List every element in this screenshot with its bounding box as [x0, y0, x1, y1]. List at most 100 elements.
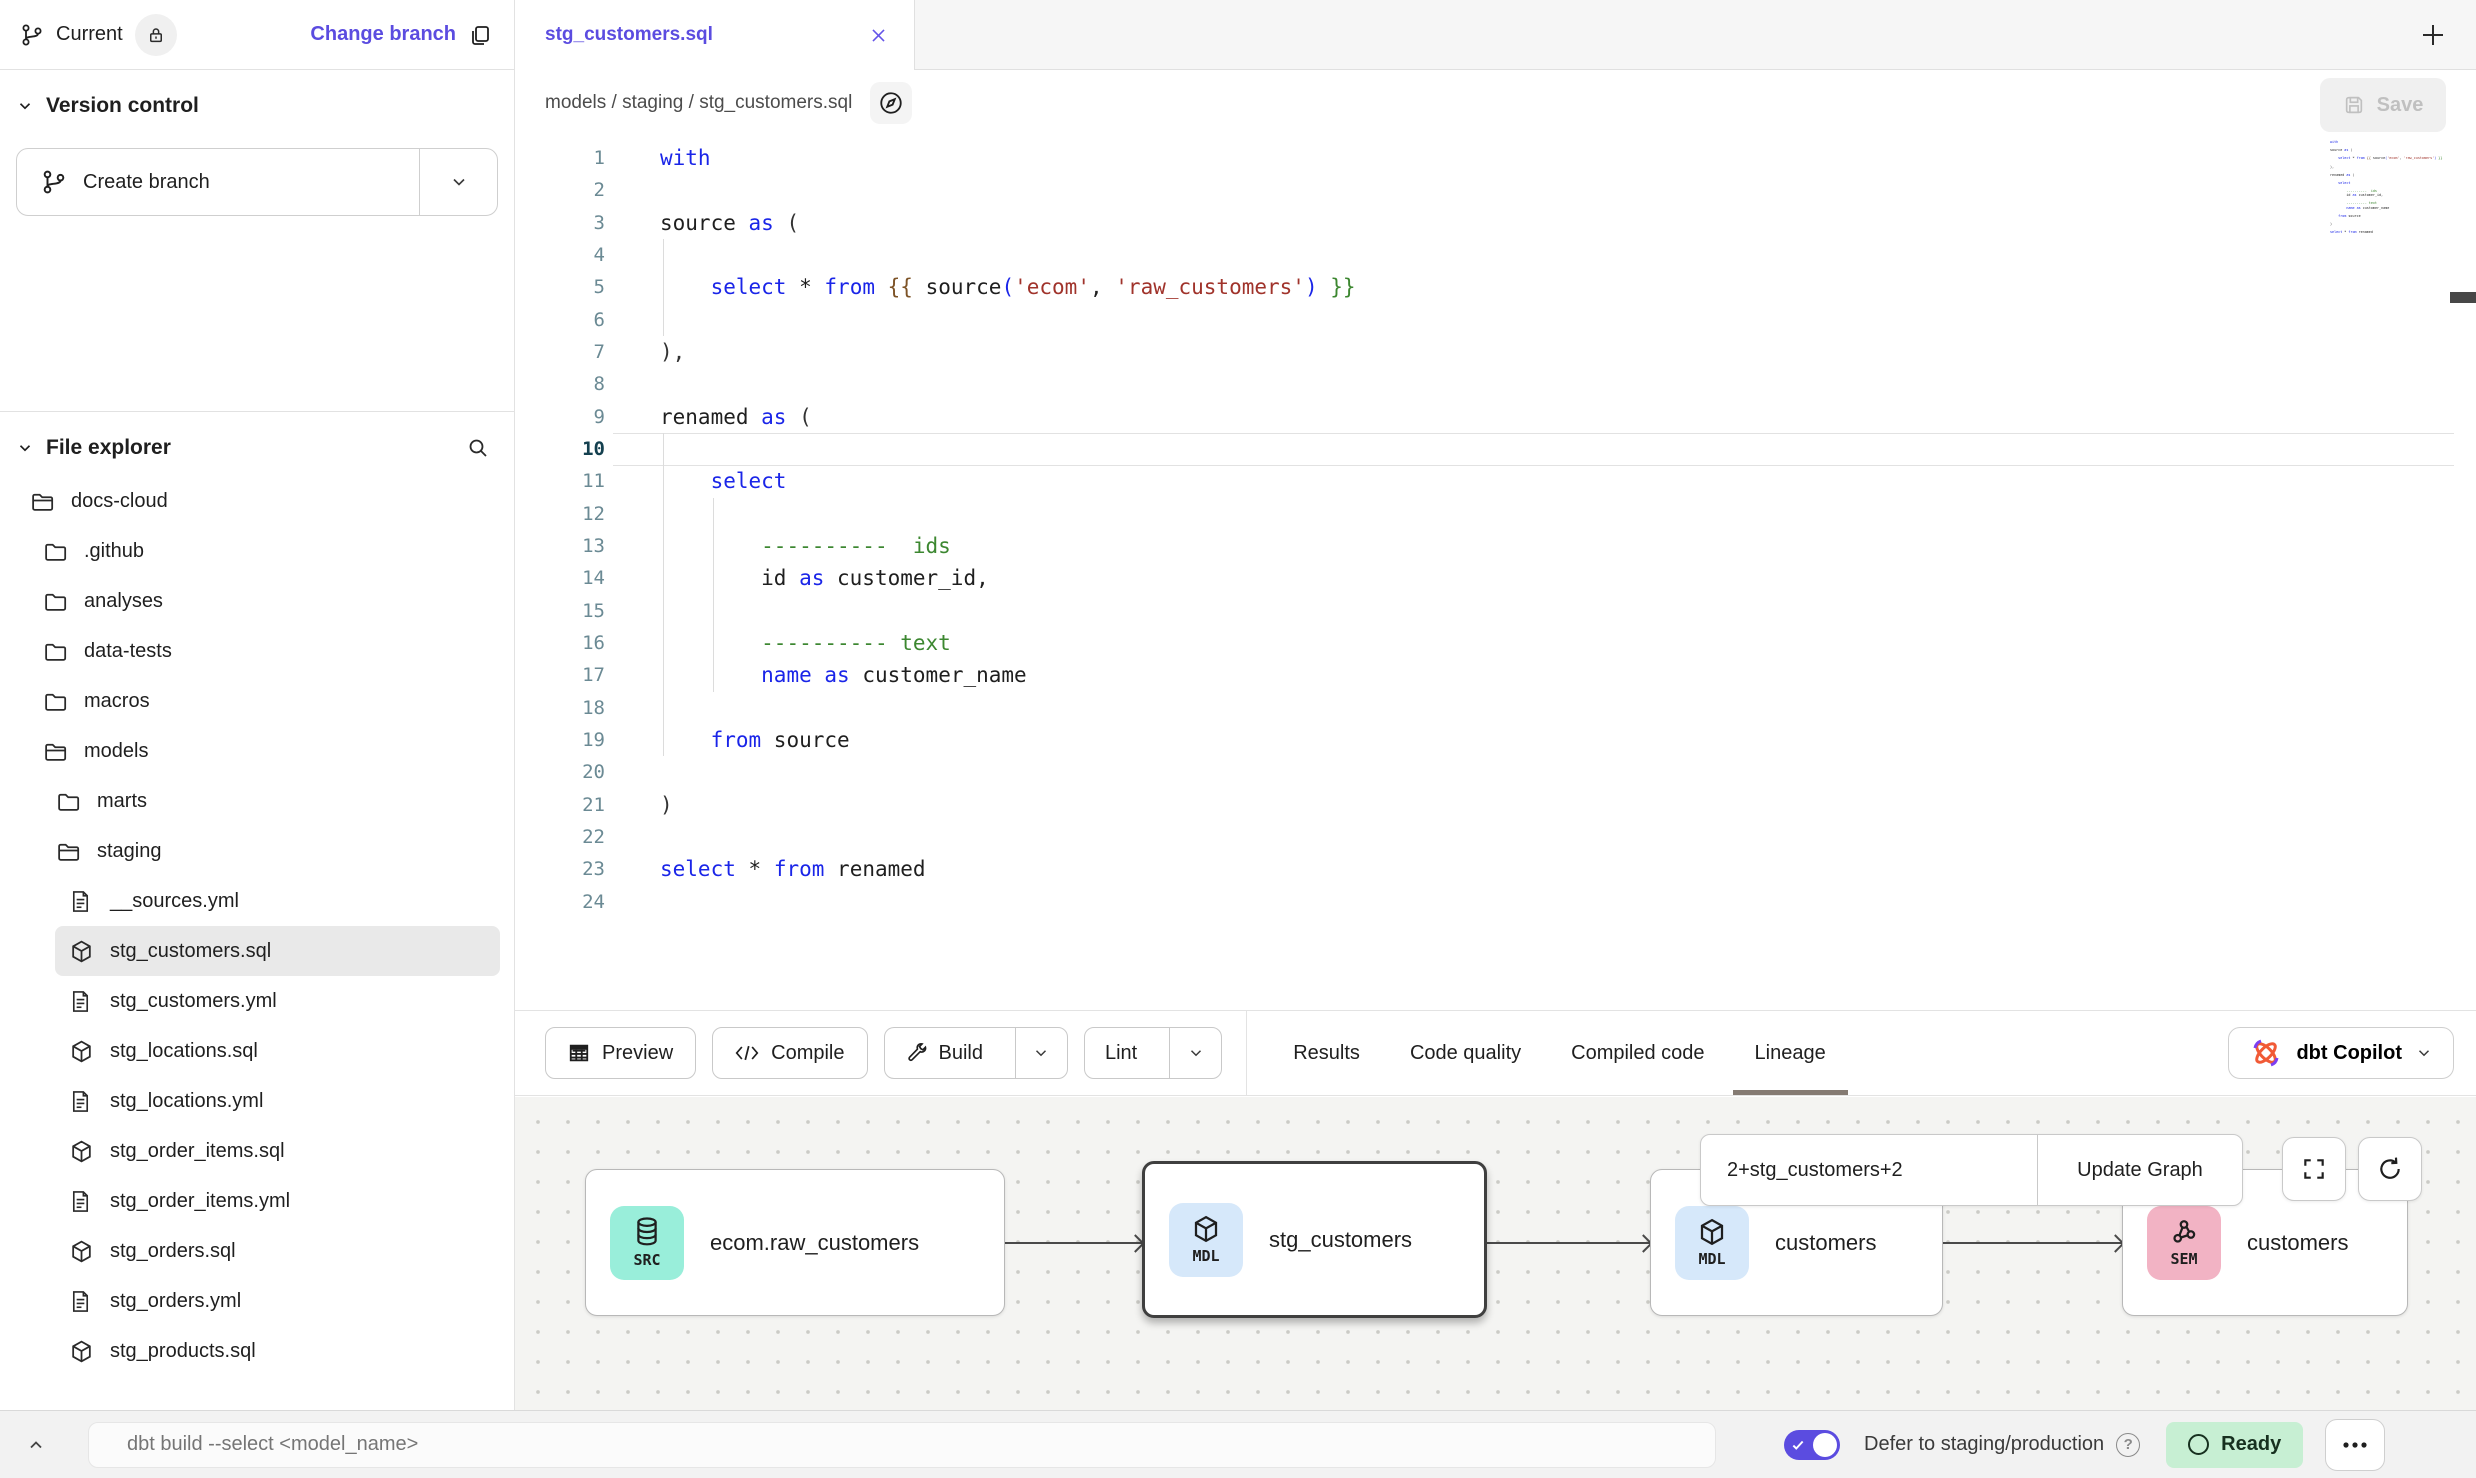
new-tab-button[interactable] [2418, 20, 2448, 50]
code-line-23[interactable]: select * from renamed [660, 853, 1356, 885]
code-line-13[interactable]: ---------- ids [660, 530, 1356, 562]
create-branch-label: Create branch [83, 171, 210, 194]
folder-icon [43, 689, 69, 714]
panel-tab-lineage[interactable]: Lineage [1755, 1011, 1826, 1095]
lint-dropdown[interactable] [1169, 1028, 1221, 1078]
folder-icon [56, 789, 82, 814]
code-line-10[interactable] [660, 433, 1356, 465]
tree-item--sources-yml[interactable]: __sources.yml [0, 876, 514, 926]
file-explorer-header[interactable]: File explorer [0, 412, 514, 472]
tree-item-marts[interactable]: marts [0, 776, 514, 826]
tree-item-stg-locations-yml[interactable]: stg_locations.yml [0, 1076, 514, 1126]
create-branch-dropdown[interactable] [419, 149, 497, 215]
close-icon[interactable] [869, 26, 888, 45]
code-content[interactable]: with source as ( select * from {{ source… [660, 142, 1356, 918]
floppy-disk-icon [2343, 94, 2365, 116]
toolbar-separator [1246, 1011, 1247, 1095]
dbt-copilot-button[interactable]: dbt Copilot [2228, 1027, 2454, 1079]
defer-toggle[interactable] [1784, 1430, 1840, 1460]
fullscreen-button[interactable] [2282, 1137, 2346, 1201]
tree-item-data-tests[interactable]: data-tests [0, 626, 514, 676]
more-options-button[interactable] [2325, 1419, 2385, 1471]
code-line-11[interactable]: select [660, 465, 1356, 497]
save-label: Save [2377, 94, 2424, 117]
panel-tab-results[interactable]: Results [1293, 1011, 1360, 1095]
ready-status-badge[interactable]: Ready [2166, 1422, 2303, 1468]
code-line-3[interactable]: source as ( [660, 207, 1356, 239]
copilot-compass-icon[interactable] [870, 82, 912, 124]
copy-icon[interactable] [468, 23, 492, 47]
panel-tab-compiled-code[interactable]: Compiled code [1571, 1011, 1704, 1095]
tab-stg-customers-sql[interactable]: stg_customers.sql [515, 0, 915, 70]
tree-item-stg-customers-yml[interactable]: stg_customers.yml [0, 976, 514, 1026]
code-line-4[interactable] [660, 239, 1356, 271]
tree-item-stg-locations-sql[interactable]: stg_locations.sql [0, 1026, 514, 1076]
tree-item-label: docs-cloud [71, 490, 168, 513]
code-line-20[interactable] [660, 756, 1356, 788]
tree-item-label: marts [97, 790, 147, 813]
status-circle-icon [2188, 1434, 2209, 1455]
code-line-1[interactable]: with [660, 142, 1356, 174]
update-graph-button[interactable]: Update Graph [2037, 1135, 2242, 1205]
create-branch-button[interactable]: Create branch [16, 148, 498, 216]
dbt-logo-icon [2249, 1036, 2283, 1070]
code-line-22[interactable] [660, 821, 1356, 853]
code-line-5[interactable]: select * from {{ source('ecom', 'raw_cus… [660, 271, 1356, 303]
compile-button[interactable]: Compile [712, 1027, 867, 1079]
search-icon[interactable] [466, 436, 490, 460]
cube-icon: MDL [1169, 1203, 1243, 1277]
code-line-14[interactable]: id as customer_id, [660, 562, 1356, 594]
code-line-19[interactable]: from source [660, 724, 1356, 756]
code-line-8[interactable] [660, 368, 1356, 400]
code-line-16[interactable]: ---------- text [660, 627, 1356, 659]
build-button[interactable]: Build [884, 1027, 1068, 1079]
lineage-node-stg-customers[interactable]: MDLstg_customers [1142, 1161, 1487, 1318]
code-line-9[interactable]: renamed as ( [660, 401, 1356, 433]
tree-item-stg-orders-sql[interactable]: stg_orders.sql [0, 1226, 514, 1276]
code-line-24[interactable] [660, 886, 1356, 918]
branch-bar: Current Change branch [0, 0, 514, 70]
help-icon[interactable]: ? [2116, 1433, 2140, 1457]
code-line-2[interactable] [660, 174, 1356, 206]
command-input[interactable] [89, 1433, 1715, 1456]
lineage-panel[interactable]: SRCecom.raw_customers MDLstg_customersMDL… [515, 1097, 2476, 1410]
tree-item-staging[interactable]: staging [0, 826, 514, 876]
tree-item-label: stg_order_items.yml [110, 1190, 290, 1213]
code-line-15[interactable] [660, 595, 1356, 627]
lineage-node-ecom-raw-customers[interactable]: SRCecom.raw_customers [585, 1169, 1005, 1316]
tree-item-docs-cloud[interactable]: docs-cloud [0, 476, 514, 526]
git-branch-icon [41, 169, 67, 195]
tree-item-macros[interactable]: macros [0, 676, 514, 726]
tree-item-stg-customers-sql[interactable]: stg_customers.sql [55, 926, 500, 976]
tree-item-stg-orders-yml[interactable]: stg_orders.yml [0, 1276, 514, 1326]
code-line-18[interactable] [660, 692, 1356, 724]
chevron-up-icon[interactable] [26, 1435, 46, 1455]
code-line-21[interactable]: ) [660, 789, 1356, 821]
lineage-selector-input[interactable]: 2+stg_customers+2 [1701, 1135, 2037, 1205]
code-line-7[interactable]: ), [660, 336, 1356, 368]
lock-icon [147, 26, 165, 44]
preview-button[interactable]: Preview [545, 1027, 696, 1079]
panel-tab-code-quality[interactable]: Code quality [1410, 1011, 1521, 1095]
tab-title: stg_customers.sql [545, 24, 713, 46]
tree-item-stg-order-items-yml[interactable]: stg_order_items.yml [0, 1176, 514, 1226]
build-dropdown[interactable] [1015, 1028, 1067, 1078]
tree-item-analyses[interactable]: analyses [0, 576, 514, 626]
version-control-header[interactable]: Version control [16, 94, 498, 118]
code-line-6[interactable] [660, 304, 1356, 336]
lint-button[interactable]: Lint [1084, 1027, 1222, 1079]
database-icon: SRC [610, 1206, 684, 1280]
tree-item-stg-order-items-sql[interactable]: stg_order_items.sql [0, 1126, 514, 1176]
minimap[interactable]: with source as ( select * from {{ source… [2330, 140, 2450, 238]
tree-item--github[interactable]: .github [0, 526, 514, 576]
save-button[interactable]: Save [2320, 78, 2446, 132]
change-branch-link[interactable]: Change branch [310, 23, 456, 46]
doc-icon [69, 1289, 95, 1314]
tree-item-stg-products-sql[interactable]: stg_products.sql [0, 1326, 514, 1376]
tree-item-models[interactable]: models [0, 726, 514, 776]
refresh-button[interactable] [2358, 1137, 2422, 1201]
code-line-12[interactable] [660, 498, 1356, 530]
code-line-17[interactable]: name as customer_name [660, 659, 1356, 691]
tree-item-label: stg_orders.sql [110, 1240, 236, 1263]
code-editor[interactable]: 123456789101112131415161718192021222324 … [515, 136, 2476, 1010]
